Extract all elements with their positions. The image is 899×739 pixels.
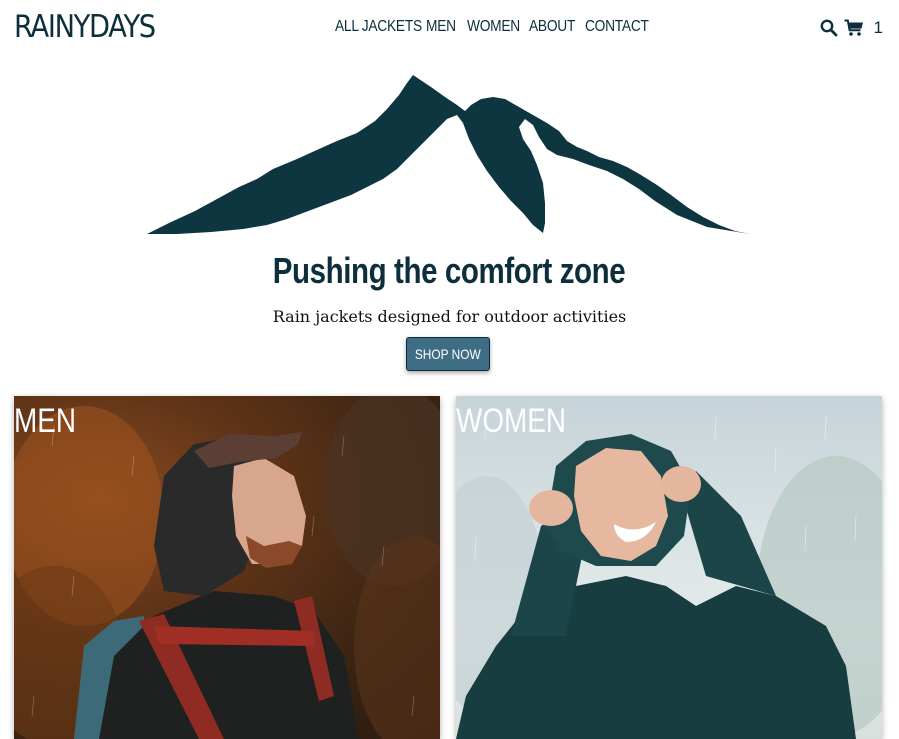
main-nav: ALL JACKETS MEN WOMEN ABOUT CONTACT — [335, 18, 649, 36]
shop-now-button[interactable]: SHOP NOW — [406, 337, 490, 371]
hero-title: Pushing the comfort zone — [0, 250, 899, 292]
cart-icon[interactable] — [844, 19, 864, 37]
nav-contact[interactable]: CONTACT — [585, 18, 649, 36]
category-label-men: MEN — [14, 402, 76, 440]
header-tools: 1 — [820, 18, 883, 38]
site-logo[interactable]: RAINYDAYS — [14, 9, 156, 45]
nav-men[interactable]: MEN — [426, 18, 456, 36]
category-card-women[interactable]: WOMEN — [456, 396, 882, 739]
category-label-women: WOMEN — [456, 402, 566, 440]
shop-now-label: SHOP NOW — [415, 346, 481, 362]
woman-in-rain-jacket-photo — [456, 405, 882, 739]
search-icon[interactable] — [820, 19, 838, 37]
nav-about[interactable]: ABOUT — [529, 18, 575, 36]
cart-count[interactable]: 1 — [874, 18, 883, 38]
nav-all-jackets[interactable]: ALL JACKETS — [335, 18, 422, 36]
man-in-rain-jacket-photo — [14, 396, 440, 739]
category-card-men[interactable]: MEN — [14, 396, 440, 739]
site-header: RAINYDAYS ALL JACKETS MEN WOMEN ABOUT CO… — [0, 0, 899, 58]
hero-title-text: Pushing the comfort zone — [273, 250, 626, 291]
hero-subtitle: Rain jackets designed for outdoor activi… — [272, 307, 627, 326]
nav-women[interactable]: WOMEN — [467, 18, 520, 36]
mountain-image — [147, 75, 750, 234]
